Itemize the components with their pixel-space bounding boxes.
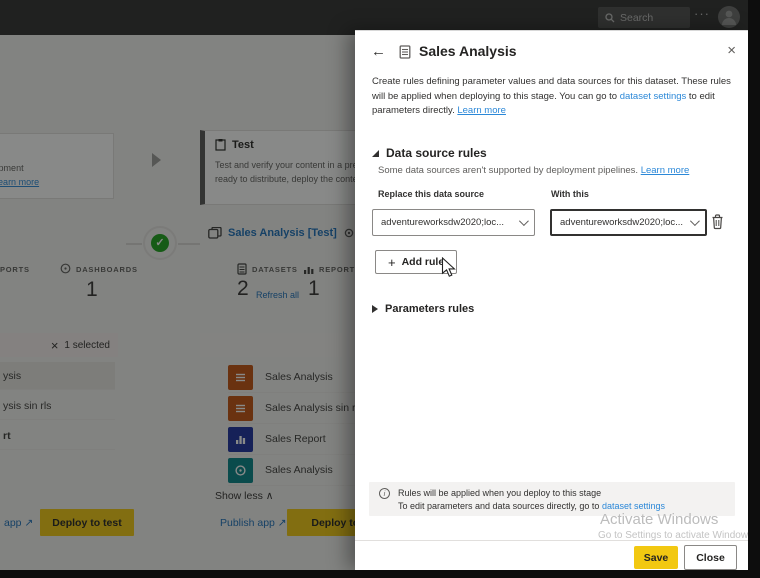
screen: Search ··· content in a development st a… [0, 0, 760, 578]
dataset-settings-link-footer[interactable]: dataset settings [602, 501, 665, 511]
section-collapsed-icon [372, 305, 378, 313]
mouse-cursor [441, 257, 456, 277]
with-this-label: With this [551, 189, 589, 199]
window-edge-bottom [0, 570, 760, 578]
window-edge-right [748, 0, 760, 578]
chevron-down-icon [518, 216, 529, 227]
learn-more-link-2[interactable]: Learn more [641, 165, 690, 176]
save-button[interactable]: Save [634, 546, 678, 569]
panel-title: Sales Analysis [419, 43, 517, 59]
chevron-down-icon [689, 216, 700, 227]
close-icon[interactable]: × [727, 42, 736, 59]
data-source-rules-subtext: Some data sources aren't supported by de… [378, 165, 690, 176]
with-this-dropdown[interactable]: adventureworksdw2020;loc... [550, 209, 707, 236]
info-banner: i Rules will be applied when you deploy … [369, 482, 735, 516]
dataset-icon [399, 45, 411, 59]
info-icon: i [379, 488, 390, 499]
footer-divider [355, 540, 748, 541]
dataset-settings-link[interactable]: dataset settings [620, 91, 687, 102]
info-line1: Rules will be applied when you deploy to… [398, 488, 602, 498]
learn-more-link[interactable]: Learn more [457, 105, 506, 116]
replace-data-source-dropdown[interactable]: adventureworksdw2020;loc... [372, 209, 535, 236]
panel-description: Create rules defining parameter values a… [372, 76, 734, 117]
replace-data-source-label: Replace this data source [378, 189, 485, 199]
delete-rule-icon[interactable] [710, 213, 725, 230]
dataset-rules-panel: ← Sales Analysis × Create rules defining… [355, 30, 748, 570]
data-source-rules-title: Data source rules [386, 146, 487, 160]
section-expanded-icon [372, 149, 379, 157]
parameters-rules-title: Parameters rules [385, 303, 475, 315]
panel-header: ← Sales Analysis × [355, 31, 748, 75]
data-source-rules-header[interactable]: Data source rules [372, 146, 487, 160]
back-button[interactable]: ← [371, 43, 386, 60]
parameters-rules-header[interactable]: Parameters rules [372, 303, 474, 315]
plus-icon: + [388, 254, 396, 270]
close-button[interactable]: Close [684, 545, 737, 570]
